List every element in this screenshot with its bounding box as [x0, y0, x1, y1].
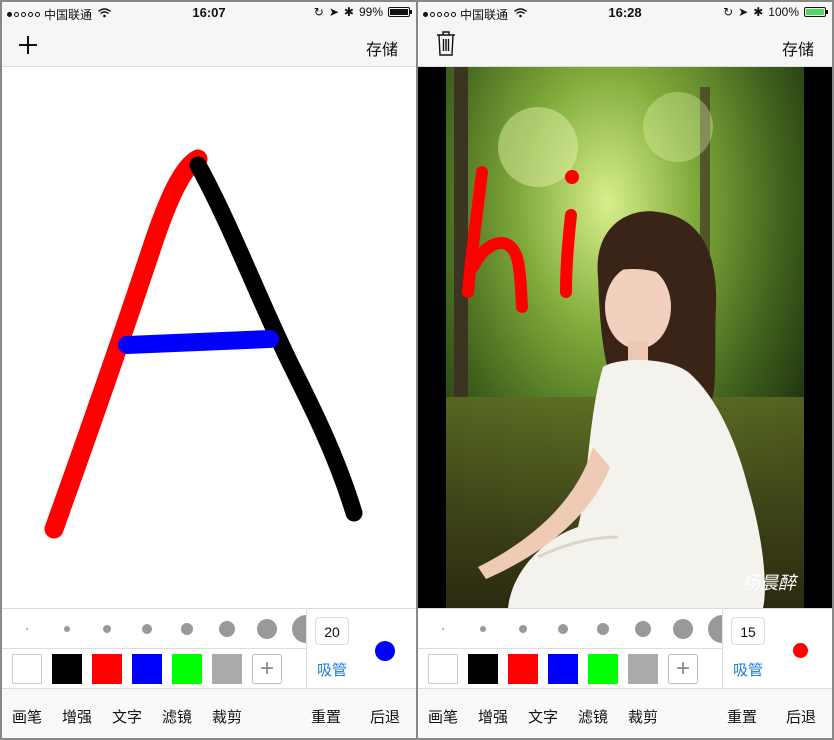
blue-stroke	[118, 330, 279, 354]
current-color-indicator	[793, 643, 808, 658]
color-swatch-blue[interactable]	[132, 654, 162, 684]
tool-bar: 画笔 增强 文字 滤镜 裁剪 重置 后退	[418, 688, 832, 738]
color-palette: +	[418, 648, 722, 689]
trash-icon[interactable]	[436, 30, 456, 61]
color-swatch-gray[interactable]	[628, 654, 658, 684]
brush-size-8[interactable]	[708, 615, 722, 643]
color-swatch-red[interactable]	[508, 654, 538, 684]
color-swatch-black[interactable]	[52, 654, 82, 684]
tool-enhance[interactable]: 增强	[62, 706, 92, 727]
color-swatch-gray[interactable]	[212, 654, 242, 684]
color-swatch-blue[interactable]	[548, 654, 578, 684]
tool-text[interactable]: 文字	[528, 706, 558, 727]
location-icon: ➤	[738, 5, 749, 19]
left-screen: 中国联通 16:07 ↻ ➤ ✱ 99% 存储 + 20 吸管 画笔 增强 文字…	[2, 2, 416, 738]
tool-bar: 画笔 增强 文字 滤镜 裁剪 重置 后退	[2, 688, 416, 738]
add-color-icon[interactable]: +	[252, 654, 282, 684]
brush-size-6[interactable]	[219, 621, 235, 637]
color-swatch-white[interactable]	[12, 654, 42, 684]
tool-brush[interactable]: 画笔	[12, 706, 42, 727]
tool-crop[interactable]: 裁剪	[628, 706, 658, 727]
undo-button[interactable]: 后退	[370, 706, 400, 727]
status-bar: 中国联通 16:07 ↻ ➤ ✱ 99%	[2, 2, 416, 24]
brush-size-3[interactable]	[519, 625, 527, 633]
brush-settings-panel: 15 吸管	[722, 608, 832, 688]
battery-icon	[804, 7, 828, 17]
reset-button[interactable]: 重置	[727, 706, 757, 727]
color-palette: +	[2, 648, 306, 689]
eyedropper-button[interactable]: 吸管	[733, 659, 763, 680]
brush-size-1[interactable]	[442, 628, 444, 630]
brush-size-2[interactable]	[480, 626, 486, 632]
tool-crop[interactable]: 裁剪	[212, 706, 242, 727]
stroke-size-field[interactable]: 15	[731, 617, 765, 645]
add-icon[interactable]	[18, 26, 38, 64]
brush-settings-panel: 20 吸管	[306, 608, 416, 688]
tool-text[interactable]: 文字	[112, 706, 142, 727]
battery-percent: 99%	[358, 5, 383, 19]
undo-button[interactable]: 后退	[786, 706, 816, 727]
bluetooth-icon: ✱	[753, 5, 764, 19]
tool-enhance[interactable]: 增强	[478, 706, 508, 727]
save-button[interactable]: 存储	[366, 36, 398, 60]
tool-filter[interactable]: 滤镜	[578, 706, 608, 727]
add-color-icon[interactable]: +	[668, 654, 698, 684]
reset-button[interactable]: 重置	[311, 706, 341, 727]
brush-size-1[interactable]	[26, 628, 28, 630]
color-swatch-green[interactable]	[588, 654, 618, 684]
brush-size-5[interactable]	[181, 623, 193, 635]
brush-size-2[interactable]	[64, 626, 70, 632]
battery-percent: 100%	[768, 5, 799, 19]
brush-size-4[interactable]	[142, 624, 152, 634]
status-bar: 中国联通 16:28 ↻ ➤ ✱ 100%	[418, 2, 832, 24]
orientation-lock-icon: ↻	[313, 5, 324, 19]
color-swatch-red[interactable]	[92, 654, 122, 684]
bluetooth-icon: ✱	[343, 5, 354, 19]
drawing-canvas[interactable]	[2, 67, 416, 608]
location-icon: ➤	[328, 5, 339, 19]
eyedropper-button[interactable]: 吸管	[317, 659, 347, 680]
brush-size-8[interactable]	[292, 615, 306, 643]
battery-icon	[388, 7, 412, 17]
orientation-lock-icon: ↻	[723, 5, 734, 19]
current-color-indicator	[375, 641, 395, 661]
brush-size-3[interactable]	[103, 625, 111, 633]
brush-size-4[interactable]	[558, 624, 568, 634]
color-swatch-black[interactable]	[468, 654, 498, 684]
brush-size-6[interactable]	[635, 621, 651, 637]
tool-brush[interactable]: 画笔	[428, 706, 458, 727]
photo-canvas[interactable]: 杨晨醉	[418, 67, 832, 608]
right-screen: 中国联通 16:28 ↻ ➤ ✱ 100% 存储 杨晨醉 + 15 吸管 画笔 …	[418, 2, 832, 738]
color-swatch-green[interactable]	[172, 654, 202, 684]
photo-watermark: 杨晨醉	[742, 573, 799, 594]
brush-size-7[interactable]	[673, 619, 693, 639]
nav-bar: 存储	[2, 24, 416, 67]
nav-bar: 存储	[418, 24, 832, 67]
brush-size-5[interactable]	[597, 623, 609, 635]
brush-size-7[interactable]	[257, 619, 277, 639]
stroke-size-field[interactable]: 20	[315, 617, 349, 645]
brush-size-row[interactable]	[418, 608, 722, 649]
save-button[interactable]: 存储	[782, 36, 814, 60]
tool-filter[interactable]: 滤镜	[162, 706, 192, 727]
color-swatch-white[interactable]	[428, 654, 458, 684]
brush-size-row[interactable]	[2, 608, 306, 649]
